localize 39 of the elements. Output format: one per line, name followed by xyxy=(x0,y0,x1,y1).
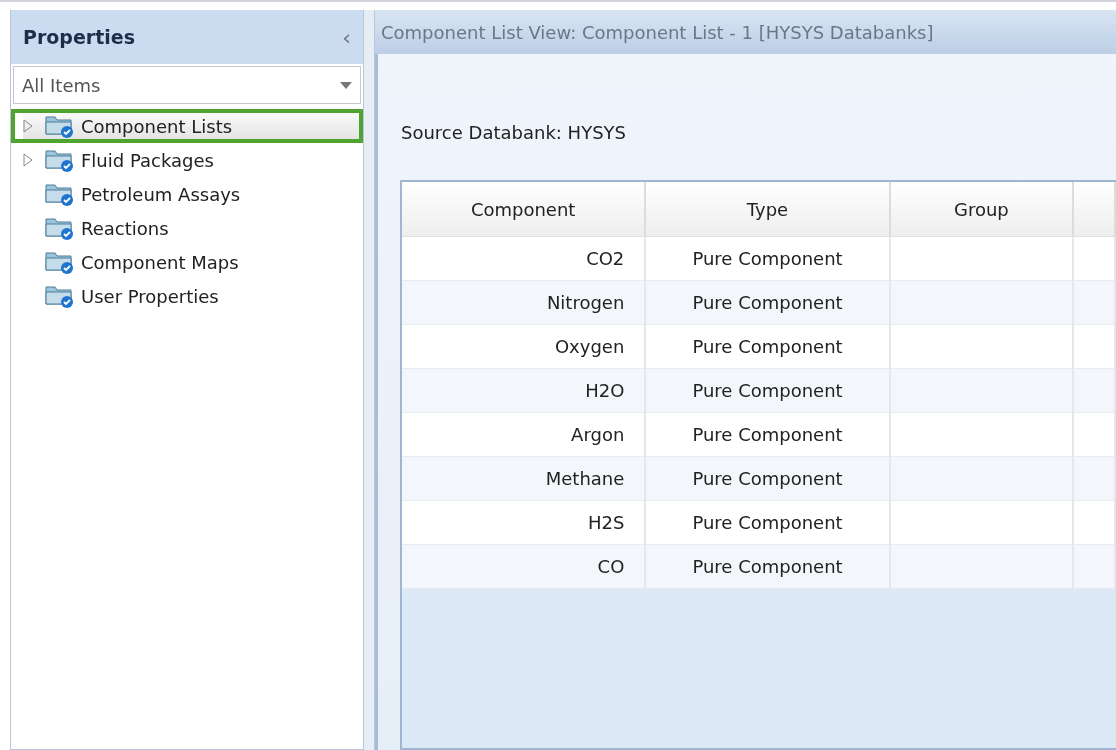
folder-check-icon xyxy=(45,250,75,274)
splitter[interactable] xyxy=(364,10,375,750)
tree-item[interactable]: Component Maps xyxy=(11,245,363,279)
column-header[interactable]: Group xyxy=(889,182,1073,237)
folder-check-icon xyxy=(45,284,75,308)
table-cell: Pure Component xyxy=(645,236,890,281)
folder-check-icon xyxy=(45,182,75,206)
expand-arrow-icon[interactable] xyxy=(23,153,33,167)
tree-item[interactable]: User Properties xyxy=(11,279,363,313)
view-title: Component List View: Component List - 1 [HYSYS Databanks] xyxy=(375,10,1116,54)
tree-item[interactable]: Fluid Packages xyxy=(11,143,363,177)
table-cell: Pure Component xyxy=(645,544,890,589)
filter-dropdown[interactable]: All Items xyxy=(13,66,361,104)
source-label: Source Databank: HYSYS xyxy=(401,122,626,143)
tree-item[interactable]: Reactions xyxy=(11,211,363,245)
table-cell: H2S xyxy=(402,500,646,545)
table-cell: CO2 xyxy=(402,236,646,281)
table-cell: Pure Component xyxy=(645,412,890,457)
table-cell: Pure Component xyxy=(645,368,890,413)
folder-check-icon xyxy=(45,148,75,172)
table-cell: Nitrogen xyxy=(402,280,646,325)
column-header[interactable]: Component xyxy=(402,182,646,237)
table-cell: Methane xyxy=(402,456,646,501)
table-cell: Pure Component xyxy=(645,280,890,325)
table-cell: Oxygen xyxy=(402,324,646,369)
tree-item[interactable]: Component Lists xyxy=(11,109,363,143)
panel-title: Properties xyxy=(23,26,135,48)
table-cell: Pure Component xyxy=(645,500,890,545)
table-cell: Pure Component xyxy=(645,456,890,501)
table-cell: H2O xyxy=(402,368,646,413)
dropdown-arrow-icon xyxy=(340,81,352,89)
table-cell: Pure Component xyxy=(645,324,890,369)
folder-check-icon xyxy=(45,216,75,240)
table-cell: Argon xyxy=(402,412,646,457)
expand-arrow-icon[interactable] xyxy=(23,119,33,133)
tree-item[interactable]: Petroleum Assays xyxy=(11,177,363,211)
table-cell: CO xyxy=(402,544,646,589)
folder-check-icon xyxy=(45,114,75,138)
column-header[interactable]: Type xyxy=(645,182,890,237)
